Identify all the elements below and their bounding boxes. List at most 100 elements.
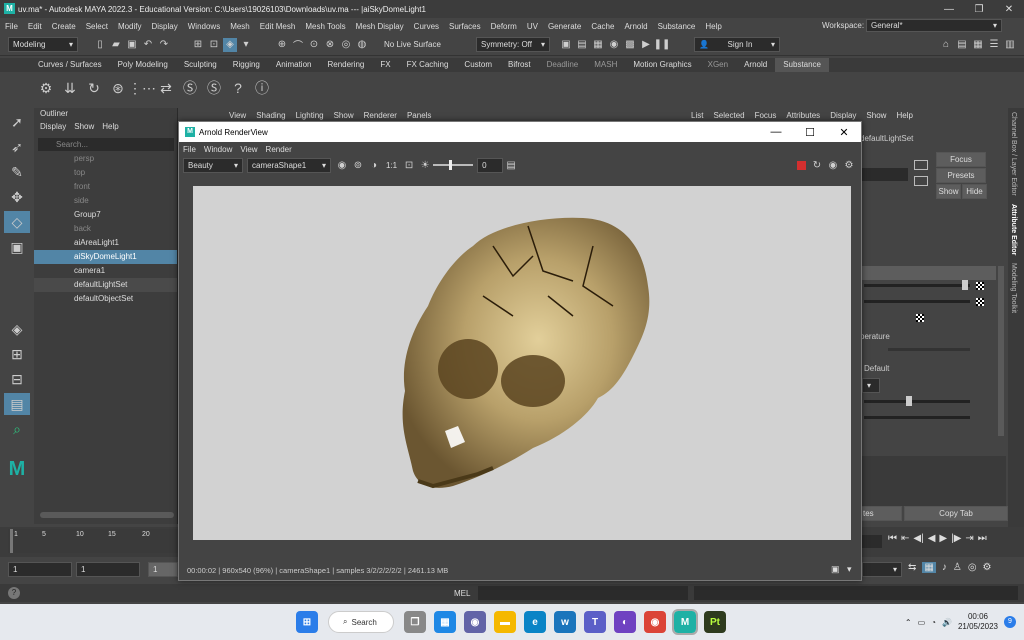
exposure-thumb[interactable] (449, 160, 453, 170)
refresh-render-icon[interactable]: ↻ (810, 158, 824, 172)
menu-display[interactable]: Display (147, 22, 183, 31)
minimize-button[interactable]: — (934, 0, 964, 18)
aov-dropdown[interactable]: Beauty ▾ (183, 157, 243, 173)
save-scene-icon[interactable]: ▣ (125, 38, 139, 52)
menu-surfaces[interactable]: Surfaces (444, 22, 486, 31)
shelf-tab-motion-graphics[interactable]: Motion Graphics (625, 58, 699, 72)
attribute-editor-toggle-icon[interactable]: ▤ (955, 38, 969, 52)
attr-icon-b[interactable] (914, 176, 928, 186)
chevron-up-icon[interactable]: ⌃ (905, 618, 912, 627)
substance-painter-icon[interactable]: Pt (704, 611, 726, 633)
render-view-icon[interactable]: ▶ (639, 38, 653, 52)
attr-notes-area[interactable] (858, 456, 1006, 506)
snap-grid-icon[interactable]: ⊕ (275, 38, 289, 52)
attr-slider-1[interactable] (864, 284, 970, 287)
checker-icon[interactable] (916, 314, 924, 322)
outliner-item-back[interactable]: back (34, 222, 177, 236)
attr-slider-4[interactable] (864, 416, 970, 419)
outliner-item-side[interactable]: side (34, 194, 177, 208)
volume-icon[interactable]: 🔊 (942, 618, 952, 627)
shelf-tab-rendering[interactable]: Rendering (319, 58, 372, 72)
snapshot-icon[interactable]: ▣ (831, 564, 840, 575)
shelf-tab-fx[interactable]: FX (372, 58, 398, 72)
shelf-tab-sculpting[interactable]: Sculpting (176, 58, 225, 72)
close-button[interactable]: ✕ (994, 0, 1024, 18)
github-icon[interactable]: ◐ (614, 611, 636, 633)
snap-surface-icon[interactable]: ◎ (339, 38, 353, 52)
outliner-menu-help[interactable]: Help (102, 122, 118, 131)
outliner-menu-show[interactable]: Show (74, 122, 94, 131)
ratio-label[interactable]: 1:1 (386, 161, 397, 170)
shelf-tab-deadline[interactable]: Deadline (539, 58, 587, 72)
render-settings-icon[interactable]: ▦ (591, 38, 605, 52)
scale-tool-icon[interactable]: ▣ (4, 236, 30, 258)
attr-slider-3-thumb[interactable] (906, 396, 912, 406)
help-circle-icon[interactable]: ? (8, 587, 20, 599)
select-component-icon[interactable]: ◈ (223, 37, 237, 52)
rv-menu-window[interactable]: Window (200, 145, 236, 154)
windows-start-icon[interactable]: ⊞ (296, 611, 318, 633)
shelf-tab-fx-caching[interactable]: FX Caching (399, 58, 457, 72)
substance-share-icon[interactable]: Ⓢ (204, 78, 224, 98)
attr-menu-focus[interactable]: Focus (750, 111, 782, 120)
pause-icon[interactable]: ❚❚ (654, 38, 671, 52)
snap-view-icon[interactable]: ⊗ (323, 38, 337, 52)
settings-icon[interactable]: ⚙ (983, 562, 992, 573)
outliner-scrollbar[interactable] (40, 512, 174, 518)
range-bar-handle[interactable]: 1 (148, 562, 178, 577)
snap-point-icon[interactable]: ⊙ (307, 38, 321, 52)
undo-icon[interactable]: ↶ (141, 38, 155, 52)
attr-slider-1-thumb[interactable] (962, 280, 968, 290)
mode-dropdown[interactable]: Modeling ▾ (8, 37, 78, 52)
tool-settings-toggle-icon[interactable]: ▦ (971, 38, 985, 52)
attr-dropdown[interactable]: ▾ (862, 378, 880, 393)
outliner-item-top[interactable]: top (34, 166, 177, 180)
menu-modify[interactable]: Modify (113, 22, 147, 31)
menu-generate[interactable]: Generate (543, 22, 586, 31)
shelf-tab-mash[interactable]: MASH (586, 58, 625, 72)
step-forward-key-icon[interactable]: ⇥ (965, 533, 973, 544)
panel-menu-panels[interactable]: Panels (402, 111, 436, 120)
render-canvas[interactable] (193, 186, 851, 540)
substance-logo-icon[interactable]: Ⓢ (180, 78, 200, 98)
start-frame-field[interactable]: 1 (8, 562, 72, 577)
modeling-toolkit-icon[interactable]: ⌂ (939, 38, 953, 52)
rv-menu-render[interactable]: Render (262, 145, 296, 154)
mel-label[interactable]: MEL (454, 589, 470, 598)
show-button[interactable]: Show (936, 184, 961, 199)
teams-chat-icon[interactable]: ◉ (464, 611, 486, 633)
shelf-tab-arnold[interactable]: Arnold (736, 58, 775, 72)
search-tool-icon[interactable]: ⌕ (4, 418, 30, 440)
outliner-item-aiskydomelight1[interactable]: aiSkyDomeLight1 (34, 250, 177, 264)
outliner-item-camera1[interactable]: camera1 (34, 264, 177, 278)
attr-menu-show[interactable]: Show (861, 111, 891, 120)
menu-edit-mesh[interactable]: Edit Mesh (255, 22, 301, 31)
renderview-maximize-button[interactable]: ☐ (793, 126, 827, 139)
sign-in-dropdown[interactable]: 👤 Sign In ▾ (694, 37, 780, 52)
chrome-icon[interactable]: ◉ (644, 611, 666, 633)
tab-attribute-editor[interactable]: Attribute Editor (1008, 200, 1019, 259)
shelf-tab-animation[interactable]: Animation (268, 58, 320, 72)
four-view-icon[interactable]: ⊞ (4, 343, 30, 365)
presets-button[interactable]: Presets (936, 168, 986, 183)
shelf-tab-rigging[interactable]: Rigging (225, 58, 268, 72)
menu-deform[interactable]: Deform (486, 22, 522, 31)
checker-icon[interactable] (976, 282, 984, 290)
menu-mesh-tools[interactable]: Mesh Tools (300, 22, 350, 31)
wacom-icon[interactable]: w (554, 611, 576, 633)
single-view-icon[interactable]: ◈ (4, 318, 30, 340)
channel-box-toggle-icon[interactable]: ☰ (987, 38, 1001, 52)
shelf-tab-poly-modeling[interactable]: Poly Modeling (110, 58, 176, 72)
substance-graph-icon[interactable]: ⋮⋯ (128, 78, 156, 98)
exposure-icon[interactable]: ☀ (418, 158, 432, 172)
select-object-icon[interactable]: ⊡ (207, 38, 221, 52)
auto-key-icon[interactable]: ◎ (968, 562, 977, 573)
attr-menu-list[interactable]: List (686, 111, 708, 120)
shelf-tab-xgen[interactable]: XGen (700, 58, 736, 72)
new-scene-icon[interactable]: ▯ (93, 38, 107, 52)
outliner-layout-icon[interactable]: ▤ (4, 393, 30, 415)
step-forward-frame-icon[interactable]: |▶ (951, 533, 961, 544)
lasso-tool-icon[interactable]: ➶ (4, 136, 30, 158)
two-view-icon[interactable]: ⊟ (4, 368, 30, 390)
temperature-slider[interactable] (888, 348, 970, 351)
